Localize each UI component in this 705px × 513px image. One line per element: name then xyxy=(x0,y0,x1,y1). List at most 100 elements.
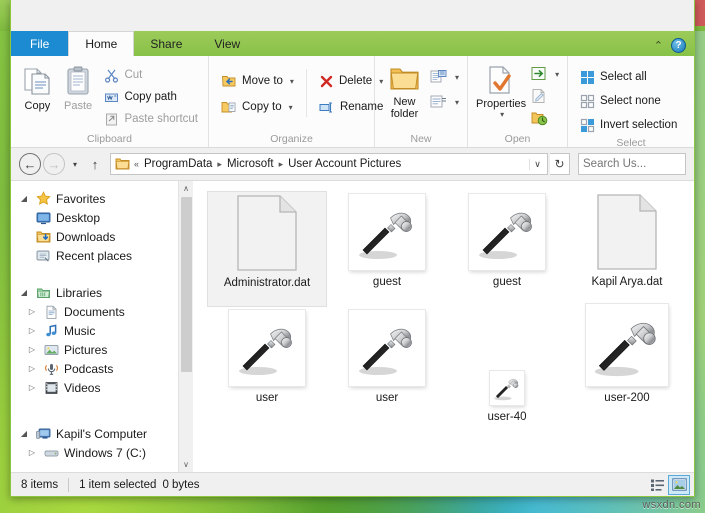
sidebar-label-documents: Documents xyxy=(64,304,125,319)
copy-button[interactable]: Copy xyxy=(19,63,56,112)
breadcrumb-item-user-account-pictures[interactable]: User Account Pictures xyxy=(286,158,403,170)
file-item[interactable]: guest xyxy=(327,191,447,307)
sidebar-item-music[interactable]: ▷ Music xyxy=(11,321,193,340)
details-view-button[interactable] xyxy=(646,475,668,495)
sidebar-item-documents[interactable]: ▷ Documents xyxy=(11,302,193,321)
back-button[interactable]: ← xyxy=(19,153,41,175)
open-button[interactable]: ▾ xyxy=(529,64,561,84)
star-icon xyxy=(35,191,52,207)
hammer-icon xyxy=(490,371,524,405)
copy-path-icon xyxy=(104,90,119,105)
hammer-icon xyxy=(349,194,425,270)
edit-button[interactable] xyxy=(529,86,561,106)
sidebar-item-desktop[interactable]: Desktop xyxy=(11,208,193,227)
twisty-collapsed-icon[interactable]: ▷ xyxy=(25,448,39,457)
cut-label: Cut xyxy=(124,69,143,81)
refresh-button[interactable]: ↻ xyxy=(550,153,570,175)
cut-button[interactable]: Cut xyxy=(100,65,202,85)
select-all-button[interactable]: Select all xyxy=(576,67,681,87)
paste-shortcut-button[interactable]: Paste shortcut xyxy=(100,109,202,129)
breadcrumb-item-programdata[interactable]: ProgramData xyxy=(142,158,214,170)
sidebar-item-computer[interactable]: ◢ Kapil's Computer xyxy=(11,424,193,443)
chevron-right-icon[interactable]: ▸ xyxy=(217,159,222,170)
new-folder-big-icon xyxy=(389,65,420,93)
sidebar-item-downloads[interactable]: Downloads xyxy=(11,227,193,246)
podcasts-icon xyxy=(43,361,60,377)
move-to-button[interactable]: Move to ▾ xyxy=(217,71,298,91)
new-folder-button[interactable]: New folder xyxy=(383,63,426,120)
invert-selection-button[interactable]: Invert selection xyxy=(576,115,681,135)
sidebar-label-videos: Videos xyxy=(64,380,101,395)
sidebar-label-podcasts: Podcasts xyxy=(64,361,114,376)
copy-icon xyxy=(21,65,53,97)
sidebar-item-podcasts[interactable]: ▷ Podcasts xyxy=(11,359,193,378)
collapse-ribbon-button[interactable]: ⌃ xyxy=(654,39,663,52)
help-button[interactable]: ? xyxy=(671,38,686,53)
twisty-expanded-icon[interactable]: ◢ xyxy=(17,288,31,297)
search-box[interactable] xyxy=(578,153,694,175)
sidebar-label-pictures: Pictures xyxy=(64,342,108,357)
properties-button[interactable]: Properties ▾ xyxy=(476,63,526,119)
twisty-collapsed-icon[interactable]: ▷ xyxy=(25,345,39,354)
file-list-pane[interactable]: Administrator.dat guest guest Kapil Arya… xyxy=(193,181,694,472)
chevron-down-icon: ▾ xyxy=(555,69,560,79)
move-to-label: Move to xyxy=(242,75,283,87)
sidebar-item-pictures[interactable]: ▷ Pictures xyxy=(11,340,193,359)
search-input[interactable] xyxy=(583,158,694,170)
tab-share[interactable]: Share xyxy=(134,31,198,56)
scroll-up-button[interactable]: ∧ xyxy=(179,181,193,196)
file-item[interactable]: user-40 xyxy=(447,307,567,423)
watermark: wsxdn.com xyxy=(642,499,701,511)
file-item[interactable]: Administrator.dat xyxy=(207,191,327,307)
forward-button[interactable]: → xyxy=(43,153,65,175)
scrollbar-thumb[interactable] xyxy=(181,197,192,372)
sidebar-item-windows7-c[interactable]: ▷ Windows 7 (C:) xyxy=(11,443,193,462)
status-divider xyxy=(68,477,70,492)
sidebar-item-favorites[interactable]: ◢ Favorites xyxy=(11,189,193,208)
clipboard-small-buttons: Cut Copy path Paste shortcut xyxy=(100,63,202,129)
file-item[interactable]: user-200 xyxy=(567,304,687,423)
invert-selection-icon xyxy=(580,118,595,133)
tab-view[interactable]: View xyxy=(198,31,256,56)
chevron-down-icon[interactable]: ∨ xyxy=(529,158,545,170)
move-to-icon xyxy=(221,74,237,89)
properties-big-icon xyxy=(486,65,516,95)
breadcrumb[interactable]: « ProgramData ▸ Microsoft ▸ User Account… xyxy=(110,153,548,175)
twisty-collapsed-icon[interactable]: ▷ xyxy=(25,307,39,316)
large-icons-view-button[interactable] xyxy=(668,474,690,495)
new-item-button[interactable]: ▾ xyxy=(428,67,461,87)
scroll-down-button[interactable]: ∨ xyxy=(179,457,193,472)
tab-file[interactable]: File xyxy=(11,31,69,56)
chevron-right-icon[interactable]: ▸ xyxy=(279,159,284,170)
twisty-collapsed-icon[interactable]: ▷ xyxy=(25,383,39,392)
file-item[interactable]: user xyxy=(327,307,447,423)
tab-home[interactable]: Home xyxy=(68,31,135,56)
ribbon-group-open: Properties ▾ ▾ Open xyxy=(468,56,568,147)
sidebar-item-videos[interactable]: ▷ Videos xyxy=(11,378,193,397)
select-none-button[interactable]: Select none xyxy=(576,91,681,111)
copy-path-button[interactable]: Copy path xyxy=(100,87,202,107)
twisty-expanded-icon[interactable]: ◢ xyxy=(17,194,31,203)
twisty-collapsed-icon[interactable]: ▷ xyxy=(25,326,39,335)
file-item[interactable]: user xyxy=(207,307,327,423)
history-button[interactable] xyxy=(529,108,561,128)
up-button[interactable]: ↑ xyxy=(85,153,105,175)
breadcrumb-item-microsoft[interactable]: Microsoft xyxy=(225,158,276,170)
delete-label: Delete xyxy=(338,75,373,87)
file-item[interactable]: guest xyxy=(447,191,567,307)
copy-to-button[interactable]: Copy to ▾ xyxy=(217,97,298,117)
recent-locations-button[interactable]: ▾ xyxy=(67,153,83,175)
sidebar-item-libraries[interactable]: ◢ Libraries xyxy=(11,283,193,302)
twisty-collapsed-icon[interactable]: ▷ xyxy=(25,364,39,373)
file-item[interactable]: Kapil Arya.dat xyxy=(567,191,687,307)
paste-button[interactable]: Paste xyxy=(60,63,97,112)
easy-access-button[interactable]: ▾ xyxy=(428,92,461,112)
sidebar-label-desktop: Desktop xyxy=(56,210,101,225)
sidebar-item-recent-places[interactable]: Recent places xyxy=(11,246,193,265)
hammer-icon xyxy=(349,310,425,386)
open-icon xyxy=(531,66,548,82)
twisty-expanded-icon[interactable]: ◢ xyxy=(17,429,31,438)
navigation-pane-scrollbar[interactable]: ∧ ∨ xyxy=(178,181,193,472)
